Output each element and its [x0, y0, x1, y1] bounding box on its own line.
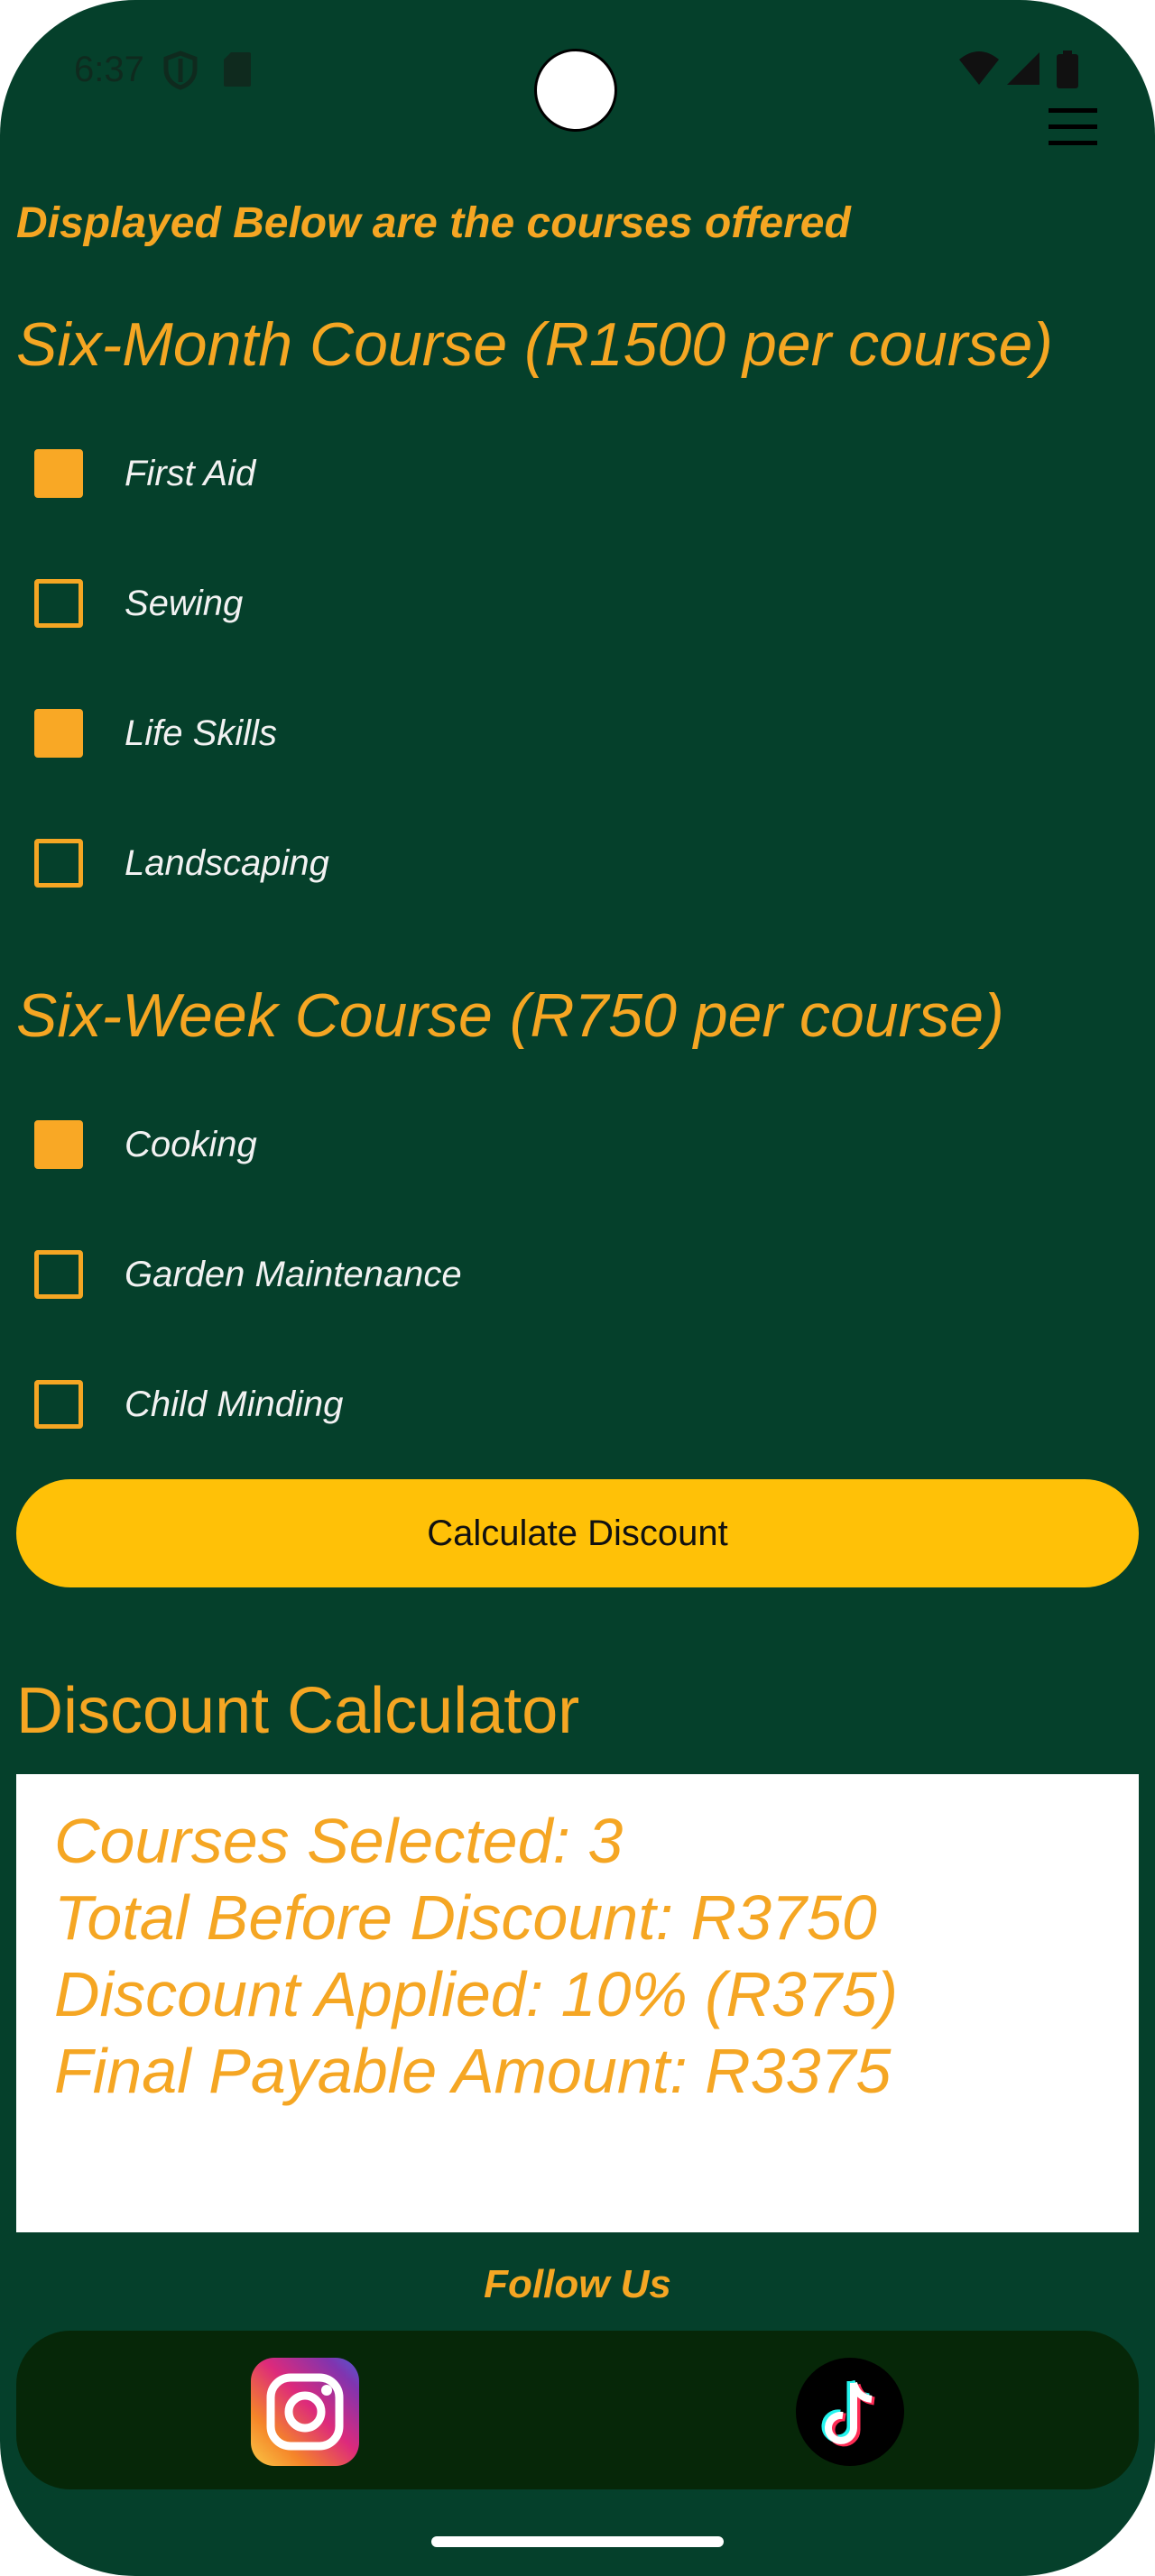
app-screen: 6:37 Displayed Below are the courses off…: [0, 0, 1155, 2576]
camera-cutout: [534, 49, 617, 132]
social-bar: [16, 2331, 1139, 2489]
course-label: Landscaping: [125, 843, 329, 883]
checkbox[interactable]: [34, 1120, 83, 1169]
follow-us-label: Follow Us: [484, 2262, 671, 2306]
discount-calculator-title: Discount Calculator: [16, 1675, 580, 1747]
course-label: Cooking: [125, 1125, 257, 1164]
signal-icon: [1007, 52, 1040, 85]
home-indicator[interactable]: [431, 2536, 724, 2547]
intro-text: Displayed Below are the courses offered: [16, 199, 851, 247]
battery-icon: [1057, 51, 1078, 88]
course-label: Sewing: [125, 584, 244, 623]
course-life-skills[interactable]: Life Skills: [34, 705, 846, 759]
discount-result-box: Courses Selected: 3 Total Before Discoun…: [16, 1774, 1139, 2232]
instagram-icon[interactable]: [251, 2358, 359, 2466]
course-cooking[interactable]: Cooking: [34, 1117, 846, 1171]
course-label: First Aid: [125, 454, 256, 493]
course-label: Child Minding: [125, 1385, 344, 1424]
checkbox[interactable]: [34, 1250, 83, 1299]
total-before-discount-text: Total Before Discount: R3750: [54, 1882, 877, 1953]
checkbox[interactable]: [34, 1380, 83, 1429]
courses-selected-text: Courses Selected: 3: [54, 1806, 624, 1876]
status-time: 6:37: [74, 50, 144, 89]
course-sewing[interactable]: Sewing: [34, 575, 846, 630]
hamburger-menu-icon[interactable]: [1043, 106, 1103, 148]
course-garden-maintenance[interactable]: Garden Maintenance: [34, 1247, 846, 1301]
course-landscaping[interactable]: Landscaping: [34, 835, 846, 889]
course-child-minding[interactable]: Child Minding: [34, 1376, 846, 1431]
final-payable-text: Final Payable Amount: R3375: [54, 2036, 892, 2106]
six-week-heading: Six-Week Course (R750 per course): [16, 981, 1004, 1050]
tiktok-icon[interactable]: [796, 2358, 904, 2466]
wifi-icon: [959, 51, 999, 85]
shield-icon: [163, 51, 198, 90]
sd-card-icon: [224, 52, 251, 87]
checkbox[interactable]: [34, 839, 83, 888]
six-month-heading: Six-Month Course (R1500 per course): [16, 310, 1053, 379]
course-label: Life Skills: [125, 713, 277, 753]
checkbox[interactable]: [34, 709, 83, 758]
discount-applied-text: Discount Applied: 10% (R375): [54, 1959, 899, 2029]
checkbox[interactable]: [34, 579, 83, 628]
checkbox[interactable]: [34, 449, 83, 498]
course-first-aid[interactable]: First Aid: [34, 446, 846, 500]
course-label: Garden Maintenance: [125, 1255, 462, 1294]
calculate-discount-button[interactable]: Calculate Discount: [16, 1479, 1139, 1587]
